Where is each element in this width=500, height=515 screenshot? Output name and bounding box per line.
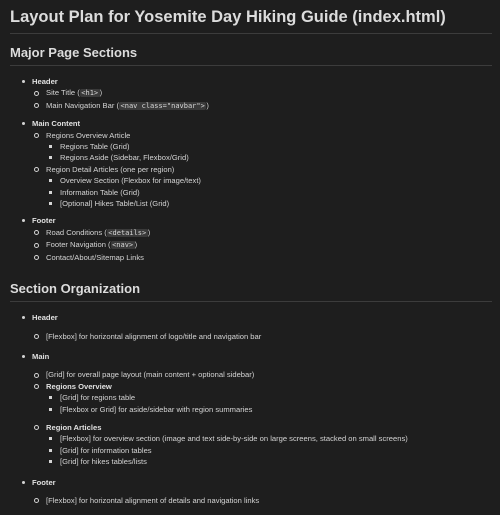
list-item-information-table: Information Table (Grid) xyxy=(46,187,492,198)
inline-code: <nav> xyxy=(110,241,135,250)
list-item-regions-grid: [Grid] for regions table xyxy=(46,392,492,403)
section-organization-list: Header [Flexbox] for horizontal alignmen… xyxy=(10,302,492,506)
page-title: Layout Plan for Yosemite Day Hiking Guid… xyxy=(10,5,492,34)
list-item-label: Header xyxy=(32,76,492,87)
list-item-footer-nav: Footer Navigation (<nav>) xyxy=(32,239,492,251)
list-item-hikes-table: [Optional] Hikes Table/List (Grid) xyxy=(46,198,492,209)
list-item-label: Main Content xyxy=(32,118,492,129)
document: Layout Plan for Yosemite Day Hiking Guid… xyxy=(10,5,492,515)
list-item-main-nav: Main Navigation Bar (<nav class="navbar"… xyxy=(32,100,492,112)
list-item-ra-flexbox: [Flexbox] for overview section (image an… xyxy=(46,433,492,444)
list-item-label: Main xyxy=(32,351,492,362)
list-item-road-conditions: Road Conditions (<details>) xyxy=(32,227,492,239)
list-item-main: Main [Grid] for overall page layout (mai… xyxy=(10,351,492,468)
list-item-footer: Footer Road Conditions (<details>) Foote… xyxy=(10,215,492,263)
list-item-contact-links: Contact/About/Sitemap Links xyxy=(32,252,492,263)
list-item-regions-aside: Regions Aside (Sidebar, Flexbox/Grid) xyxy=(46,152,492,163)
section-heading-section-organization: Section Organization xyxy=(10,279,492,303)
section-heading-major-page-sections: Major Page Sections xyxy=(10,43,492,66)
list-item-site-title: Site Title (<h1>) xyxy=(32,87,492,99)
list-item-label: Footer xyxy=(32,215,492,226)
list-item-regions-overview: Regions Overview [Grid] for regions tabl… xyxy=(32,381,492,415)
list-item-label: Footer xyxy=(32,477,492,488)
list-item-header: Header [Flexbox] for horizontal alignmen… xyxy=(10,312,492,342)
list-item-regions-overview: Regions Overview Article Regions Table (… xyxy=(32,130,492,164)
list-item-main-grid: [Grid] for overall page layout (main con… xyxy=(32,369,492,380)
list-item-ra-grid-info: [Grid] for information tables xyxy=(46,445,492,456)
list-item-footer: Footer [Flexbox] for horizontal alignmen… xyxy=(10,477,492,507)
list-item-ra-grid-hikes: [Grid] for hikes tables/lists xyxy=(46,456,492,467)
major-sections-list: Header Site Title (<h1>) Main Navigation… xyxy=(10,66,492,263)
list-item-region-detail: Region Detail Articles (one per region) … xyxy=(32,164,492,210)
list-item-regions-table: Regions Table (Grid) xyxy=(46,141,492,152)
list-item-overview-section: Overview Section (Flexbox for image/text… xyxy=(46,175,492,186)
list-item-footer-flexbox: [Flexbox] for horizontal alignment of de… xyxy=(32,495,492,506)
list-item-main-content: Main Content Regions Overview Article Re… xyxy=(10,118,492,209)
list-item-label: Header xyxy=(32,312,492,323)
inline-code: <details> xyxy=(106,228,148,237)
list-item-region-articles: Region Articles [Flexbox] for overview s… xyxy=(32,422,492,468)
list-item-header-flexbox: [Flexbox] for horizontal alignment of lo… xyxy=(32,331,492,342)
list-item-header: Header Site Title (<h1>) Main Navigation… xyxy=(10,76,492,112)
list-item-regions-flex: [Flexbox or Grid] for aside/sidebar with… xyxy=(46,404,492,415)
inline-code: <nav class="navbar"> xyxy=(119,101,207,110)
inline-code: <h1> xyxy=(79,89,100,98)
